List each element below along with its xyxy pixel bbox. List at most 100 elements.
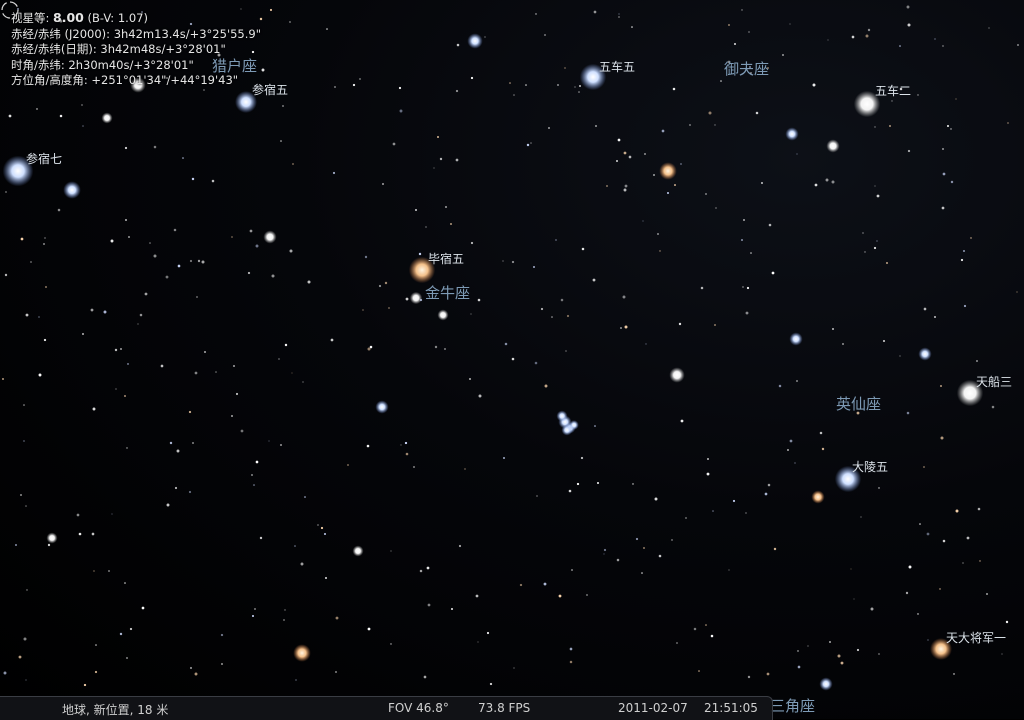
faint-star [468, 377, 472, 381]
faint-star [771, 271, 775, 275]
faint-star [176, 449, 180, 453]
constellation-label-triangulum[interactable]: 三角座 [770, 695, 815, 716]
faint-star [444, 205, 448, 209]
faint-star [977, 507, 981, 511]
faint-star [534, 361, 538, 365]
sky-view[interactable]: 参宿五 参宿七 五车五 五车二 毕宿五 天船三 大陵五 天大将军一 猎户座 御夫… [0, 0, 1024, 719]
faint-star [778, 384, 782, 388]
faint-star [38, 373, 42, 377]
bright-star[interactable] [437, 309, 449, 321]
bright-star[interactable] [263, 230, 277, 244]
faint-star [767, 483, 771, 487]
bright-star[interactable] [46, 532, 58, 544]
bright-star[interactable] [659, 162, 677, 180]
bright-star[interactable] [467, 33, 483, 49]
bright-star[interactable] [785, 127, 799, 141]
faint-star [860, 516, 862, 518]
status-bar: 地球, 新位置, 18 米 FOV 46.8° 73.8 FPS 2011-02… [0, 696, 773, 720]
faint-star [659, 250, 661, 252]
star-label-bixiu5[interactable]: 毕宿五 [428, 250, 464, 267]
faint-star [825, 178, 829, 182]
faint-star [160, 364, 164, 368]
faint-star [23, 440, 25, 442]
faint-star [595, 125, 597, 127]
faint-star [926, 532, 930, 536]
faint-star [543, 582, 547, 586]
faint-star [837, 654, 841, 658]
faint-star [125, 656, 129, 660]
faint-star [796, 153, 798, 155]
faint-star [124, 395, 126, 397]
faint-star [367, 347, 371, 351]
faint-star [119, 632, 123, 636]
faint-star [773, 547, 777, 551]
bright-star[interactable] [569, 420, 579, 430]
faint-star [680, 419, 684, 423]
faint-star [405, 297, 409, 301]
faint-star [710, 634, 714, 638]
faint-star [414, 208, 418, 212]
faint-star [470, 76, 474, 80]
faint-star [504, 342, 508, 346]
star-label-shenxiu7[interactable]: 参宿七 [26, 150, 62, 167]
faint-star [548, 127, 550, 129]
star-label-daling5[interactable]: 大陵五 [852, 458, 888, 475]
faint-star [82, 125, 84, 127]
faint-star [732, 499, 736, 503]
constellation-label-taurus[interactable]: 金牛座 [425, 282, 470, 303]
azalt-line: 方位角/高度角: +251°01'34"/+44°19'43" [11, 73, 239, 87]
faint-star [434, 345, 438, 349]
bright-star[interactable] [556, 410, 568, 422]
faint-star [367, 627, 371, 631]
faint-star [196, 296, 198, 298]
faint-star [399, 109, 403, 113]
star-label-wuche2[interactable]: 五车二 [875, 82, 911, 99]
faint-star [991, 405, 995, 409]
faint-star [103, 310, 107, 314]
star-label-wuche5[interactable]: 五车五 [599, 58, 635, 75]
bright-star[interactable] [918, 347, 932, 361]
faint-star [173, 228, 177, 232]
bright-star[interactable] [789, 332, 803, 346]
star-label-tiandajiangjun1[interactable]: 天大将军一 [946, 629, 1006, 646]
faint-star [882, 339, 886, 343]
faint-star [419, 298, 423, 302]
faint-star [330, 338, 334, 342]
faint-star [707, 458, 709, 460]
faint-star [4, 273, 8, 277]
bright-star[interactable] [409, 291, 423, 305]
faint-star [519, 583, 523, 587]
bright-star[interactable] [811, 490, 825, 504]
faint-star [111, 513, 113, 515]
bright-star[interactable] [293, 644, 311, 662]
bright-star[interactable] [352, 545, 364, 557]
bright-star[interactable] [826, 139, 840, 153]
constellation-label-auriga[interactable]: 御夫座 [724, 58, 769, 79]
faint-star [908, 565, 912, 569]
faint-star [645, 343, 647, 345]
star-label-tianchuan3[interactable]: 天船三 [976, 373, 1012, 390]
bright-star[interactable] [669, 367, 685, 383]
faint-star [544, 384, 548, 388]
bright-star[interactable] [375, 400, 389, 414]
constellation-label-perseus[interactable]: 英仙座 [836, 393, 881, 414]
faint-star [484, 36, 486, 38]
faint-star [249, 229, 253, 233]
faint-star [674, 184, 676, 186]
bright-star[interactable] [101, 112, 113, 124]
faint-star [923, 307, 927, 311]
time-text[interactable]: 21:51:05 [704, 701, 758, 715]
bright-star[interactable] [819, 677, 833, 691]
faint-star [618, 16, 620, 18]
bright-star[interactable] [63, 181, 81, 199]
faint-star [551, 316, 553, 318]
faint-star [188, 490, 192, 494]
location-text[interactable]: 地球, 新位置, 18 米 [62, 701, 168, 718]
faint-star [950, 128, 952, 130]
faint-star [680, 163, 682, 165]
faint-star [20, 494, 22, 496]
faint-star [797, 650, 799, 652]
faint-star [557, 84, 559, 86]
date-text[interactable]: 2011-02-07 [618, 701, 688, 715]
faint-star [45, 286, 47, 288]
